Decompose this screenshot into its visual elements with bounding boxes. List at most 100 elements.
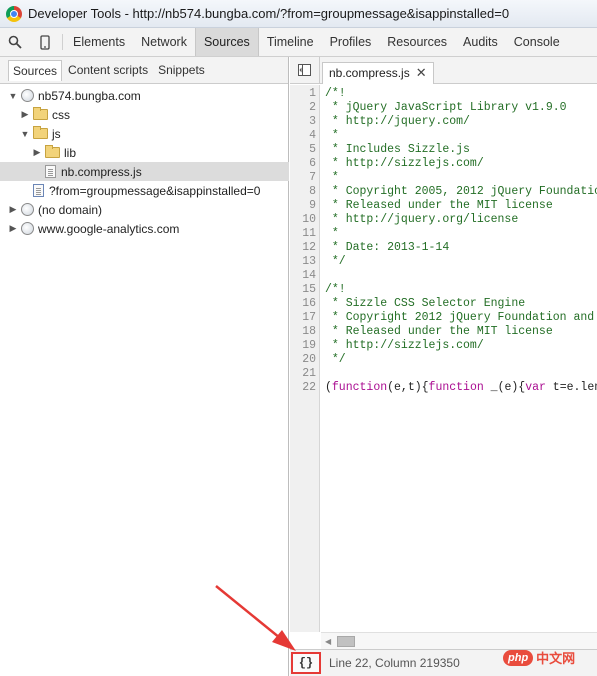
code-line: * Copyright 2005, 2012 jQuery Foundation [325,185,597,198]
window-titlebar: Developer Tools - http://nb574.bungba.co… [0,0,597,28]
inspect-element-button[interactable] [0,28,30,56]
navigator-tab-content-scripts[interactable]: Content scripts [64,60,152,80]
chrome-logo-icon [6,5,22,22]
horizontal-scrollbar[interactable]: ◀ [321,632,597,649]
sidebar-toggle-icon [298,64,311,76]
tree-item-folder-lib[interactable]: ▶ lib [0,143,289,162]
device-mode-button[interactable] [30,28,60,56]
tree-item-label: ?from=groupmessage&isappinstalled=0 [49,183,261,198]
navigator-tab-sources[interactable]: Sources [8,59,63,81]
tree-item-no-domain[interactable]: ▶ (no domain) [0,200,289,219]
line-number: 4 [309,129,316,142]
tab-profiles[interactable]: Profiles [322,28,380,56]
line-number: 22 [302,381,316,394]
collapse-arrow-icon[interactable]: ▶ [20,109,30,120]
devtools-toolbar: Elements Network Sources Timeline Profil… [0,28,597,57]
line-number: 2 [309,101,316,114]
line-number: 7 [309,171,316,184]
code-line: /*! [325,87,346,100]
code-keyword: function [331,381,388,394]
scroll-left-arrow-icon[interactable]: ◀ [325,637,331,646]
tab-audits[interactable]: Audits [455,28,506,56]
expand-arrow-icon[interactable]: ▼ [20,129,30,139]
code-line: * http://jquery.org/license [325,213,519,226]
tree-item-analytics-domain[interactable]: ▶ www.google-analytics.com [0,219,289,238]
code-line: * [325,171,339,184]
line-number: 13 [302,255,316,268]
collapse-arrow-icon[interactable]: ▶ [8,204,18,215]
script-file-icon [45,165,56,178]
line-number: 11 [302,227,316,240]
globe-icon [21,89,34,102]
line-number: 8 [309,185,316,198]
code-line: * Date: 2013-1-14 [325,241,450,254]
code-line: * [325,227,339,240]
tab-sources[interactable]: Sources [194,28,259,56]
tree-item-file-selected[interactable]: nb.compress.js [0,162,289,181]
line-number: 20 [302,353,316,366]
code-text: t=e.lengt [552,381,597,394]
collapse-arrow-icon[interactable]: ▶ [8,223,18,234]
folder-icon [45,145,60,158]
code-line: * http://sizzlejs.com/ [325,157,484,170]
sources-navigator: Sources Content scripts Snippets ▼ nb574… [0,57,289,676]
line-number: 5 [309,143,316,156]
code-text: ( [325,381,332,394]
code-line: * jQuery JavaScript Library v1.9.0 [325,101,567,114]
tab-timeline[interactable]: Timeline [259,28,322,56]
code-line: * http://sizzlejs.com/ [325,339,484,352]
code-line: (function(e,t){function _(e){var t=e.len… [325,381,597,395]
tree-item-document[interactable]: ?from=groupmessage&isappinstalled=0 [0,181,289,200]
line-number: 15 [302,283,316,296]
tree-item-domain[interactable]: ▼ nb574.bungba.com [0,86,289,105]
code-keyword: var [525,381,546,394]
line-number: 21 [302,367,316,380]
tree-item-folder-css[interactable]: ▶ css [0,105,289,124]
tab-elements[interactable]: Elements [65,28,133,56]
tree-item-folder-js[interactable]: ▼ js [0,124,289,143]
watermark: php 中文网 [503,648,575,667]
tab-network[interactable]: Network [133,28,195,56]
line-number: 17 [302,311,316,324]
close-icon[interactable]: ✕ [416,65,427,81]
file-tab-label: nb.compress.js [329,66,410,80]
toggle-navigator-button[interactable] [290,56,320,84]
toolbar-divider [62,34,63,50]
scrollbar-thumb[interactable] [337,636,355,647]
line-number: 14 [302,269,316,282]
line-number-gutter: 1 2 3 4 5 6 7 8 9 10 11 12 13 14 15 16 17 18 19 20 21 22 [290,85,320,632]
mobile-device-icon [40,34,50,50]
code-area[interactable]: /*! * jQuery JavaScript Library v1.9.0 *… [321,85,597,632]
tab-console[interactable]: Console [506,28,568,56]
line-number: 16 [302,297,316,310]
folder-icon [33,107,48,120]
line-number: 1 [309,87,316,100]
watermark-text: 中文网 [536,651,576,666]
editor-file-tab[interactable]: nb.compress.js ✕ [322,61,434,84]
pretty-print-button[interactable]: {} [291,652,321,674]
code-line: */ [325,255,346,268]
line-number: 18 [302,325,316,338]
tree-item-label: nb574.bungba.com [38,88,141,103]
code-line: * [325,129,339,142]
tree-item-label: js [52,126,61,141]
code-keyword: function [428,381,484,394]
line-number: 9 [309,199,316,212]
source-editor: nb.compress.js ✕ 1 2 3 4 5 6 7 8 9 10 11 12 13 14 15 16… [290,56,597,676]
code-line: /*! [325,283,346,296]
line-number: 3 [309,115,316,128]
search-icon [8,35,22,49]
line-number: 6 [309,157,316,170]
document-file-icon [33,184,44,197]
tree-item-label: www.google-analytics.com [38,221,180,236]
code-line: * Released under the MIT license [325,325,553,338]
watermark-badge: php [503,649,534,666]
code-line: * Sizzle CSS Selector Engine [325,297,526,310]
globe-icon [21,203,34,216]
collapse-arrow-icon[interactable]: ▶ [32,147,42,158]
code-line: * Copyright 2012 jQuery Foundation and o… [325,311,597,324]
expand-arrow-icon[interactable]: ▼ [8,91,18,101]
navigator-tab-snippets[interactable]: Snippets [154,60,209,80]
line-number: 10 [302,213,316,226]
tab-resources[interactable]: Resources [379,28,455,56]
